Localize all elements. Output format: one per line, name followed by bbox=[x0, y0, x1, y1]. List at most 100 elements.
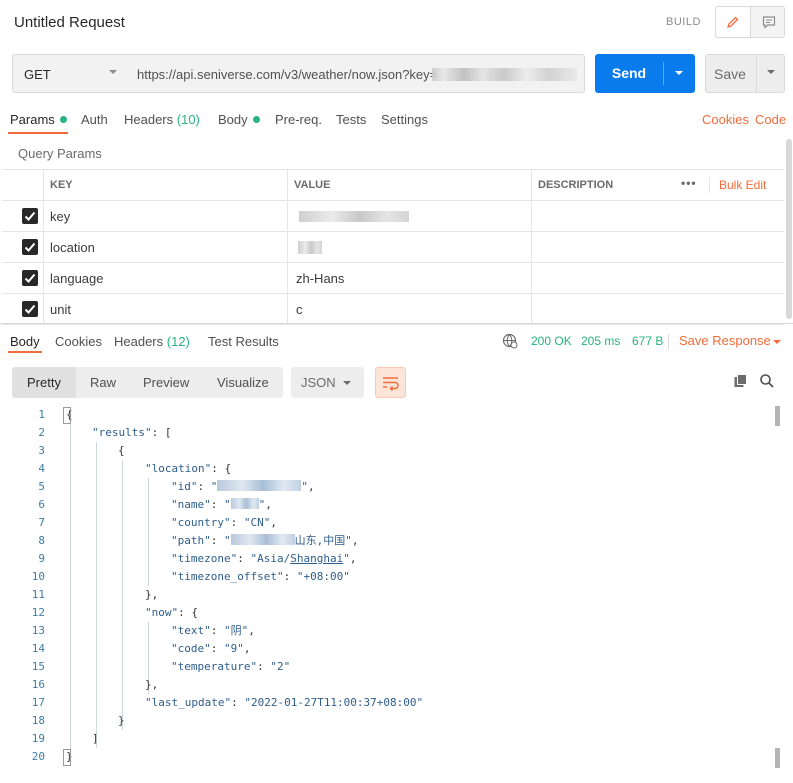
param-checkbox[interactable] bbox=[22, 208, 38, 224]
url-text: https://api.seniverse.com/v3/weather/now… bbox=[137, 67, 438, 82]
wrap-lines-button[interactable] bbox=[375, 367, 406, 398]
search-icon[interactable] bbox=[759, 373, 775, 389]
param-description-cell[interactable] bbox=[532, 294, 784, 324]
line-number: 8 bbox=[38, 534, 45, 547]
code-scrollbar-thumb[interactable] bbox=[775, 748, 780, 768]
url-input[interactable]: https://api.seniverse.com/v3/weather/now… bbox=[127, 54, 585, 93]
header-cell-check bbox=[2, 170, 44, 200]
response-body-viewer[interactable]: 1{ 2 "results": [ 3{ 4 "location": { 5 "id"… bbox=[0, 406, 775, 776]
code-link[interactable]: Code bbox=[755, 112, 786, 127]
param-description-cell[interactable] bbox=[532, 201, 784, 231]
view-pretty[interactable]: Pretty bbox=[27, 375, 61, 390]
tab-test-results[interactable]: Test Results bbox=[208, 334, 279, 349]
send-divider bbox=[663, 62, 664, 85]
copy-icon[interactable] bbox=[733, 373, 749, 389]
status-code[interactable]: 200 OK bbox=[531, 334, 572, 348]
wrap-lines-icon bbox=[383, 377, 399, 391]
checkmark-icon bbox=[24, 273, 36, 283]
param-description-cell[interactable] bbox=[532, 263, 784, 293]
line-number: 6 bbox=[38, 498, 45, 511]
header-cell-key: KEY bbox=[44, 170, 288, 200]
line-number: 10 bbox=[31, 570, 45, 583]
tab-tests[interactable]: Tests bbox=[336, 112, 366, 127]
json-key: "path" bbox=[171, 534, 211, 547]
edit-mode-button[interactable] bbox=[716, 7, 751, 37]
param-value-cell[interactable]: zh-Hans bbox=[288, 263, 532, 293]
send-button[interactable]: Send bbox=[595, 54, 695, 93]
tab-headers[interactable]: Headers (10) bbox=[124, 112, 200, 127]
view-raw[interactable]: Raw bbox=[90, 375, 116, 390]
bracket-match-highlight bbox=[63, 749, 71, 766]
code-line: "timezone_offset": "+08:00" bbox=[171, 570, 350, 583]
view-preview[interactable]: Preview bbox=[143, 375, 189, 390]
redacted-id bbox=[217, 480, 302, 491]
line-number: 14 bbox=[31, 642, 45, 655]
params-scrollbar[interactable] bbox=[786, 139, 792, 319]
save-response-chevron-icon[interactable] bbox=[772, 338, 782, 346]
tab-body[interactable]: Body bbox=[218, 112, 260, 127]
param-check-cell bbox=[2, 294, 44, 324]
json-value-link[interactable]: Shanghai bbox=[290, 552, 343, 565]
param-key-cell[interactable]: location bbox=[44, 232, 288, 262]
save-options-chevron-icon[interactable] bbox=[765, 67, 777, 77]
line-number: 13 bbox=[31, 624, 45, 637]
request-tabs: Params Auth Headers (10) Body Pre-req. T… bbox=[0, 106, 793, 134]
more-options-icon[interactable]: ••• bbox=[681, 176, 697, 190]
param-checkbox[interactable] bbox=[22, 301, 38, 317]
line-number: 20 bbox=[31, 750, 45, 763]
code-line: } bbox=[118, 714, 125, 727]
param-value: zh-Hans bbox=[296, 271, 345, 286]
chevron-down-icon bbox=[109, 70, 117, 74]
request-title[interactable]: Untitled Request bbox=[14, 14, 125, 31]
header-cell-value: VALUE bbox=[288, 170, 532, 200]
param-description-cell[interactable] bbox=[532, 232, 784, 262]
redacted-api-key bbox=[432, 68, 577, 81]
response-tabs: Body Cookies Headers (12) Test Results 2… bbox=[0, 328, 793, 354]
response-time[interactable]: 205 ms bbox=[581, 334, 620, 348]
code-scrollbar-thumb[interactable] bbox=[775, 406, 780, 426]
save-button[interactable]: Save bbox=[705, 54, 785, 93]
param-checkbox[interactable] bbox=[22, 239, 38, 255]
globe-icon[interactable] bbox=[502, 333, 518, 349]
code-line: "results": [ bbox=[92, 426, 172, 439]
view-visualize[interactable]: Visualize bbox=[217, 375, 269, 390]
param-checkbox[interactable] bbox=[22, 270, 38, 286]
code-line: "timezone": "Asia/Shanghai", bbox=[171, 552, 357, 565]
tab-settings[interactable]: Settings bbox=[381, 112, 428, 127]
cookies-link[interactable]: Cookies bbox=[702, 112, 749, 127]
tab-headers-count: (10) bbox=[176, 112, 200, 127]
param-value-cell[interactable] bbox=[288, 201, 532, 231]
param-value-cell[interactable]: c bbox=[288, 294, 532, 324]
response-size[interactable]: 677 B bbox=[632, 334, 663, 348]
param-value-cell[interactable] bbox=[288, 232, 532, 262]
param-key-cell[interactable]: language bbox=[44, 263, 288, 293]
line-number: 18 bbox=[31, 714, 45, 727]
json-value: "9" bbox=[224, 642, 244, 655]
redacted-value bbox=[298, 241, 322, 254]
param-key-cell[interactable]: key bbox=[44, 201, 288, 231]
send-options-chevron-icon[interactable] bbox=[673, 68, 685, 78]
documentation-mode-button[interactable] bbox=[751, 7, 786, 37]
json-value: "2" bbox=[270, 660, 291, 673]
param-key-cell[interactable]: unit bbox=[44, 294, 288, 324]
json-key: "name" bbox=[171, 498, 211, 511]
json-key: "now" bbox=[145, 606, 179, 619]
pane-divider[interactable] bbox=[0, 323, 793, 324]
tab-response-headers-count: (12) bbox=[166, 334, 190, 349]
method-select[interactable]: GET bbox=[12, 54, 128, 93]
code-line: "temperature": "2" bbox=[171, 660, 291, 673]
format-select[interactable]: JSON bbox=[291, 367, 364, 398]
tab-response-cookies[interactable]: Cookies bbox=[55, 334, 102, 349]
tab-response-headers[interactable]: Headers (12) bbox=[114, 334, 190, 349]
tab-params[interactable]: Params bbox=[10, 112, 67, 127]
params-header-row: KEY VALUE DESCRIPTION ••• Bulk Edit bbox=[2, 170, 784, 201]
method-label: GET bbox=[24, 67, 51, 82]
tab-prereq[interactable]: Pre-req. bbox=[275, 112, 322, 127]
tab-response-body[interactable]: Body bbox=[10, 334, 40, 349]
tab-auth[interactable]: Auth bbox=[81, 112, 108, 127]
view-mode-segment: Pretty Raw Preview Visualize bbox=[12, 367, 283, 398]
save-response-button[interactable]: Save Response bbox=[679, 333, 771, 348]
bulk-edit-link[interactable]: Bulk Edit bbox=[719, 178, 766, 192]
line-number: 12 bbox=[31, 606, 45, 619]
code-line: "id": " ", bbox=[171, 480, 315, 493]
